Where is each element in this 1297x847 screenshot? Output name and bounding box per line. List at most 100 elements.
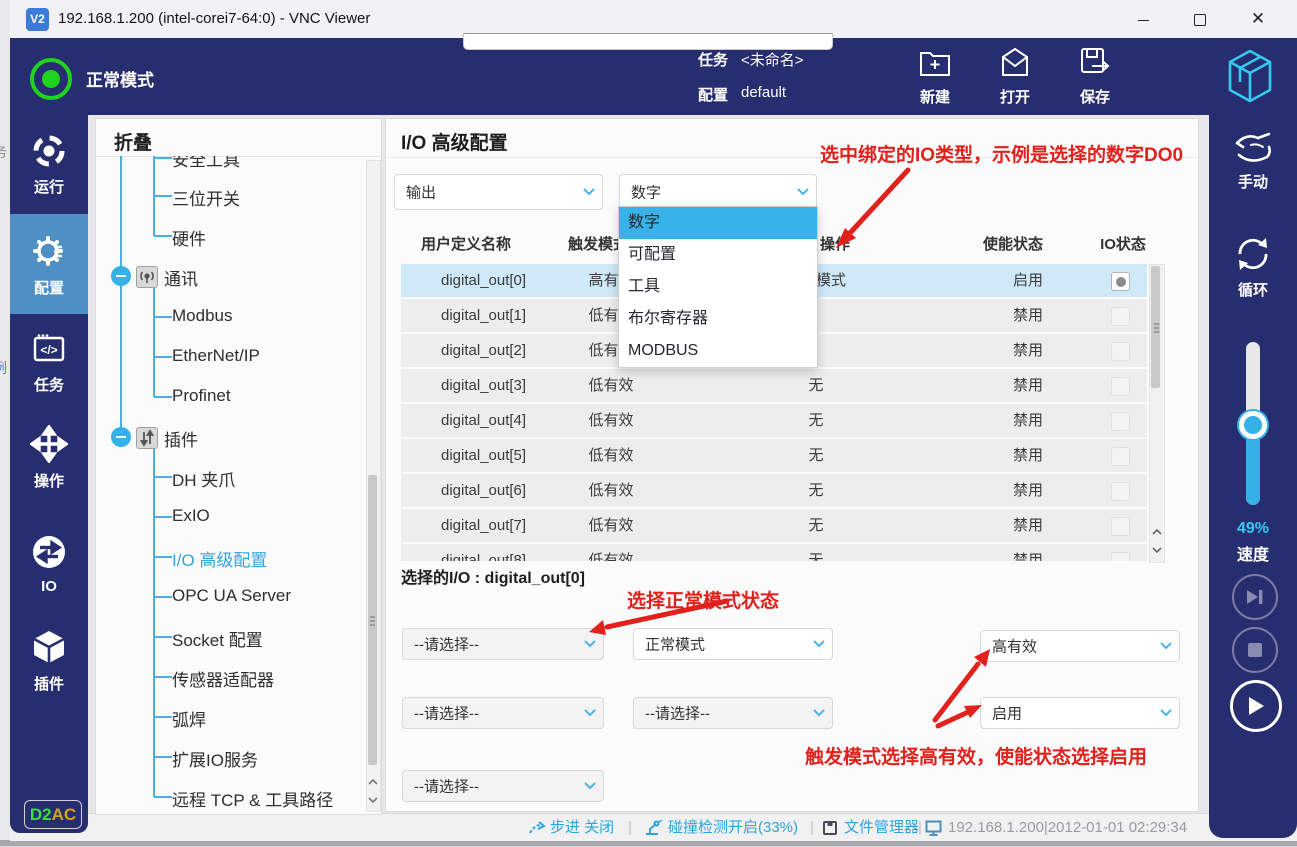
io-direction-value: 输出 [406, 182, 436, 203]
io-state-indicator[interactable] [1111, 482, 1130, 501]
tree-collapse-toggle-comm[interactable] [111, 266, 131, 286]
new-button[interactable]: 新建 [900, 46, 970, 107]
sidebar-item-run[interactable]: 运行 [10, 133, 88, 197]
d2ac-badge[interactable]: D2AC [24, 800, 82, 829]
tree-item-exio[interactable]: ExIO [172, 506, 210, 526]
dropdown-option-bool-register[interactable]: 布尔寄存器 [619, 303, 817, 335]
tree-item-modbus[interactable]: Modbus [172, 306, 232, 326]
tree-item-dh-gripper[interactable]: DH 夹爪 [172, 466, 235, 491]
tree-item-io-advanced-config[interactable]: I/O 高级配置 [172, 546, 267, 571]
enable-state-select[interactable]: 启用 [980, 697, 1180, 729]
maximize-button[interactable] [1177, 0, 1223, 38]
trigger-mode-value: 高有效 [992, 636, 1037, 657]
dropdown-option-tool[interactable]: 工具 [619, 271, 817, 303]
tree-item-ethernet-ip[interactable]: EtherNet/IP [172, 346, 260, 366]
row-trigger: 低有效 [541, 369, 681, 402]
dropdown-option-digital[interactable]: 数字 [619, 207, 817, 239]
row-enable: 禁用 [958, 369, 1098, 402]
annotation-io-type: 选中绑定的IO类型，示例是选择的数字DO0 [820, 140, 1183, 167]
io-state-indicator[interactable] [1111, 552, 1130, 561]
sidebar-item-operate[interactable]: 操作 [10, 425, 88, 491]
stop-button[interactable] [1232, 627, 1278, 673]
tree-item-plugins[interactable]: 插件 [164, 426, 198, 451]
left-nav-sidebar: 运行 配置 </> 任务 操作 IO 插件 D2AC [10, 115, 88, 833]
trigger-mode-select[interactable]: 高有效 [980, 630, 1180, 662]
scroll-down-icon[interactable] [367, 791, 378, 809]
tree-connector-lines [96, 156, 379, 812]
row-enable: 启用 [958, 264, 1098, 297]
manual-mode-button[interactable] [1231, 131, 1275, 174]
scroll-up-icon[interactable] [367, 773, 378, 791]
file-manager-link[interactable]: 文件管理器 [844, 814, 919, 841]
skip-step-button[interactable] [1232, 574, 1278, 620]
safety-mode-select[interactable]: 正常模式 [633, 628, 833, 660]
tree-scrollbar[interactable] [366, 160, 381, 812]
tree-collapse-header[interactable]: 折叠 [114, 128, 152, 155]
io-state-indicator[interactable] [1111, 517, 1130, 536]
row-trigger: 低有效 [541, 509, 681, 542]
tree-item-socket-config[interactable]: Socket 配置 [172, 626, 263, 651]
window-title: 192.168.1.200 (intel-corei7-64:0) - VNC … [58, 0, 370, 38]
io-state-indicator[interactable] [1111, 377, 1130, 396]
play-button[interactable] [1230, 680, 1282, 732]
io-state-indicator[interactable] [1111, 342, 1130, 361]
tree-item-communication[interactable]: 通讯 [164, 265, 198, 290]
table-scrollbar[interactable] [1149, 264, 1165, 563]
table-row[interactable]: digital_out[8] 低有效 无 禁用 [401, 544, 1147, 561]
table-row[interactable]: digital_out[4] 低有效 无 禁用 [401, 404, 1147, 437]
sidebar-item-io[interactable]: IO [10, 533, 88, 595]
io-direction-select[interactable]: 输出 [394, 174, 603, 210]
tree-item-remote-tcp-toolpath[interactable]: 远程 TCP & 工具路径 [172, 786, 333, 811]
tree-item-arc-welding[interactable]: 弧焊 [172, 706, 206, 731]
speed-slider-handle[interactable] [1239, 411, 1267, 439]
tree-item-three-position-switch[interactable]: 三位开关 [172, 185, 240, 210]
dropdown-option-configurable[interactable]: 可配置 [619, 239, 817, 271]
table-row[interactable]: digital_out[6] 低有效 无 禁用 [401, 474, 1147, 507]
tree-item-profinet[interactable]: Profinet [172, 386, 231, 406]
sidebar-item-task[interactable]: </> 任务 [10, 331, 88, 395]
row-trigger: 低有效 [541, 404, 681, 437]
io-type-select[interactable]: 数字 [619, 174, 817, 209]
io-type-dropdown-list: 数字 可配置 工具 布尔寄存器 MODBUS [618, 206, 818, 368]
col-header-io-state: IO状态 [1100, 233, 1146, 254]
tree-scrollbar-thumb[interactable] [368, 475, 377, 765]
control-mode-select[interactable]: --请选择-- [633, 697, 833, 729]
table-row[interactable]: digital_out[5] 低有效 无 禁用 [401, 439, 1147, 472]
table-row[interactable]: digital_out[7] 低有效 无 禁用 [401, 509, 1147, 542]
mode-status-text: 正常模式 [86, 66, 154, 91]
io-state-indicator[interactable] [1111, 272, 1130, 291]
close-button[interactable]: ✕ [1235, 0, 1281, 38]
scroll-down-icon[interactable] [1151, 541, 1162, 559]
robot-mode-select[interactable]: --请选择-- [402, 628, 604, 660]
collision-status[interactable]: 碰撞检测开启(33%) [668, 814, 798, 841]
vnc-logo-icon: V2 [26, 8, 49, 31]
scroll-up-icon[interactable] [1151, 523, 1162, 541]
tree-item-safety-tool[interactable]: 安全工具 [172, 156, 240, 171]
minimize-button[interactable] [1120, 0, 1166, 38]
tree-item-hardware[interactable]: 硬件 [172, 225, 206, 250]
io-state-indicator[interactable] [1111, 307, 1130, 326]
io-state-indicator[interactable] [1111, 447, 1130, 466]
table-row[interactable]: digital_out[3] 低有效 无 禁用 [401, 369, 1147, 402]
table-scrollbar-thumb[interactable] [1151, 266, 1160, 388]
loop-mode-button[interactable] [1233, 233, 1273, 280]
maximize-icon [1194, 14, 1206, 26]
sidebar-item-plugin[interactable]: 插件 [10, 628, 88, 694]
sidebar-item-config[interactable]: 配置 [10, 232, 88, 298]
row-name: digital_out[7] [441, 509, 526, 542]
tree-collapse-toggle-plugin[interactable] [111, 427, 131, 447]
open-button[interactable]: 打开 [980, 46, 1050, 107]
dropdown-option-modbus[interactable]: MODBUS [619, 335, 817, 367]
stop-icon [1248, 643, 1262, 657]
tree-item-sensor-adapter[interactable]: 传感器适配器 [172, 666, 274, 691]
task-state-select[interactable]: --请选择-- [402, 697, 604, 729]
io-state-indicator[interactable] [1111, 412, 1130, 431]
tree-item-opc-ua-server[interactable]: OPC UA Server [172, 586, 291, 606]
vnc-toolbar-tab[interactable] [463, 33, 833, 50]
operation-mode-select[interactable]: --请选择-- [402, 770, 604, 802]
d2ac-badge-left: D2 [30, 805, 52, 824]
tree-item-extended-io-service[interactable]: 扩展IO服务 [172, 746, 258, 771]
step-status[interactable]: 步进 关闭 [550, 814, 614, 841]
save-button[interactable]: 保存 [1060, 46, 1130, 107]
minimize-icon [1138, 20, 1149, 22]
